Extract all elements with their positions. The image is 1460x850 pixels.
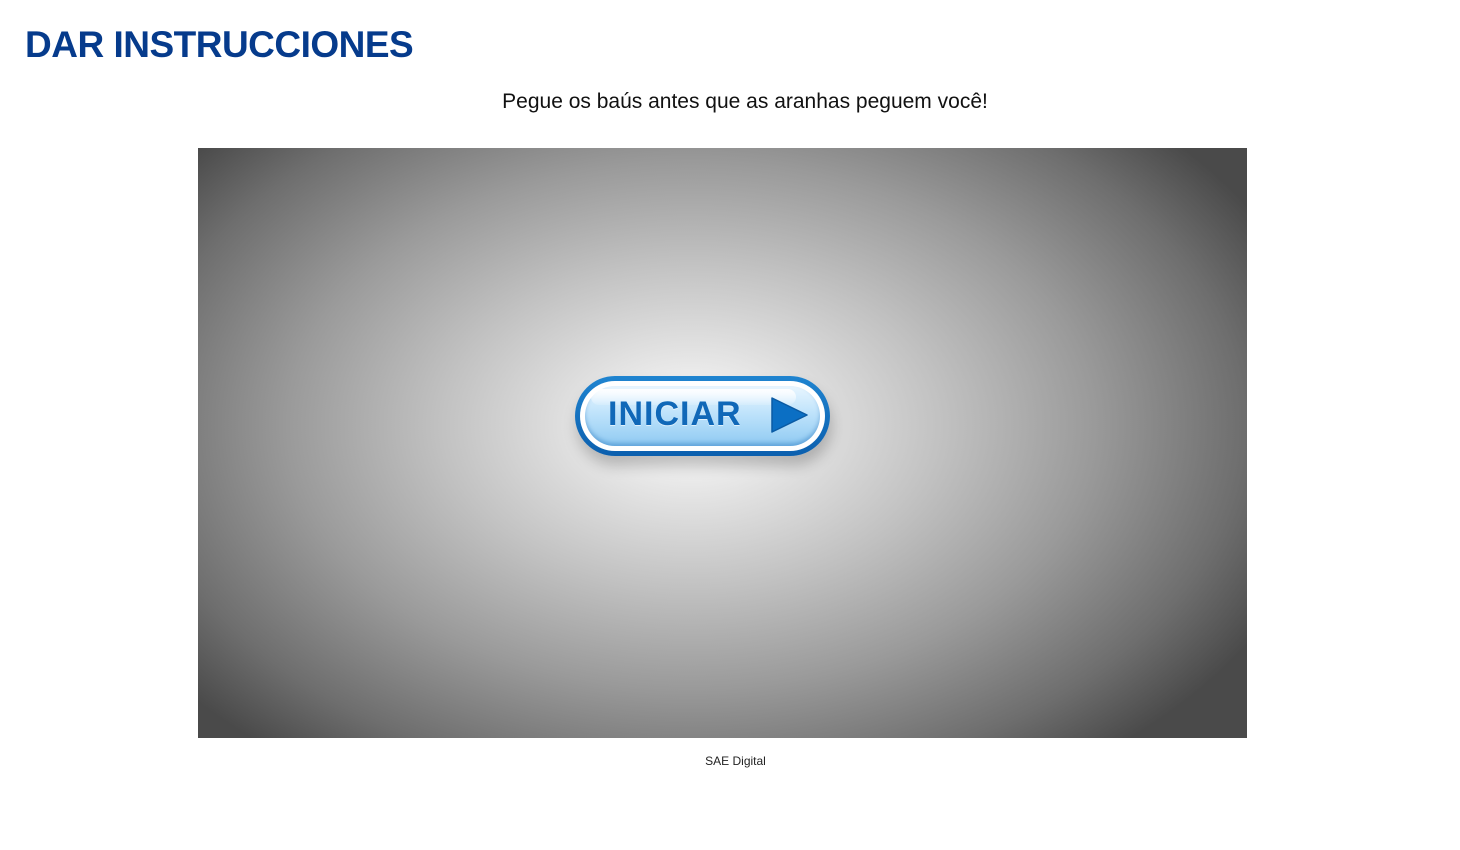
play-icon [771, 397, 808, 433]
start-button-label: INICIAR [608, 395, 742, 433]
page-title: DAR INSTRUCCIONES [25, 24, 414, 65]
game-stage[interactable]: INICIAR [198, 148, 1247, 738]
game-instructions: Pegue os baús antes que as aranhas pegue… [502, 90, 988, 113]
footer-credit: SAE Digital [705, 754, 766, 768]
start-button[interactable]: INICIAR [575, 376, 830, 456]
